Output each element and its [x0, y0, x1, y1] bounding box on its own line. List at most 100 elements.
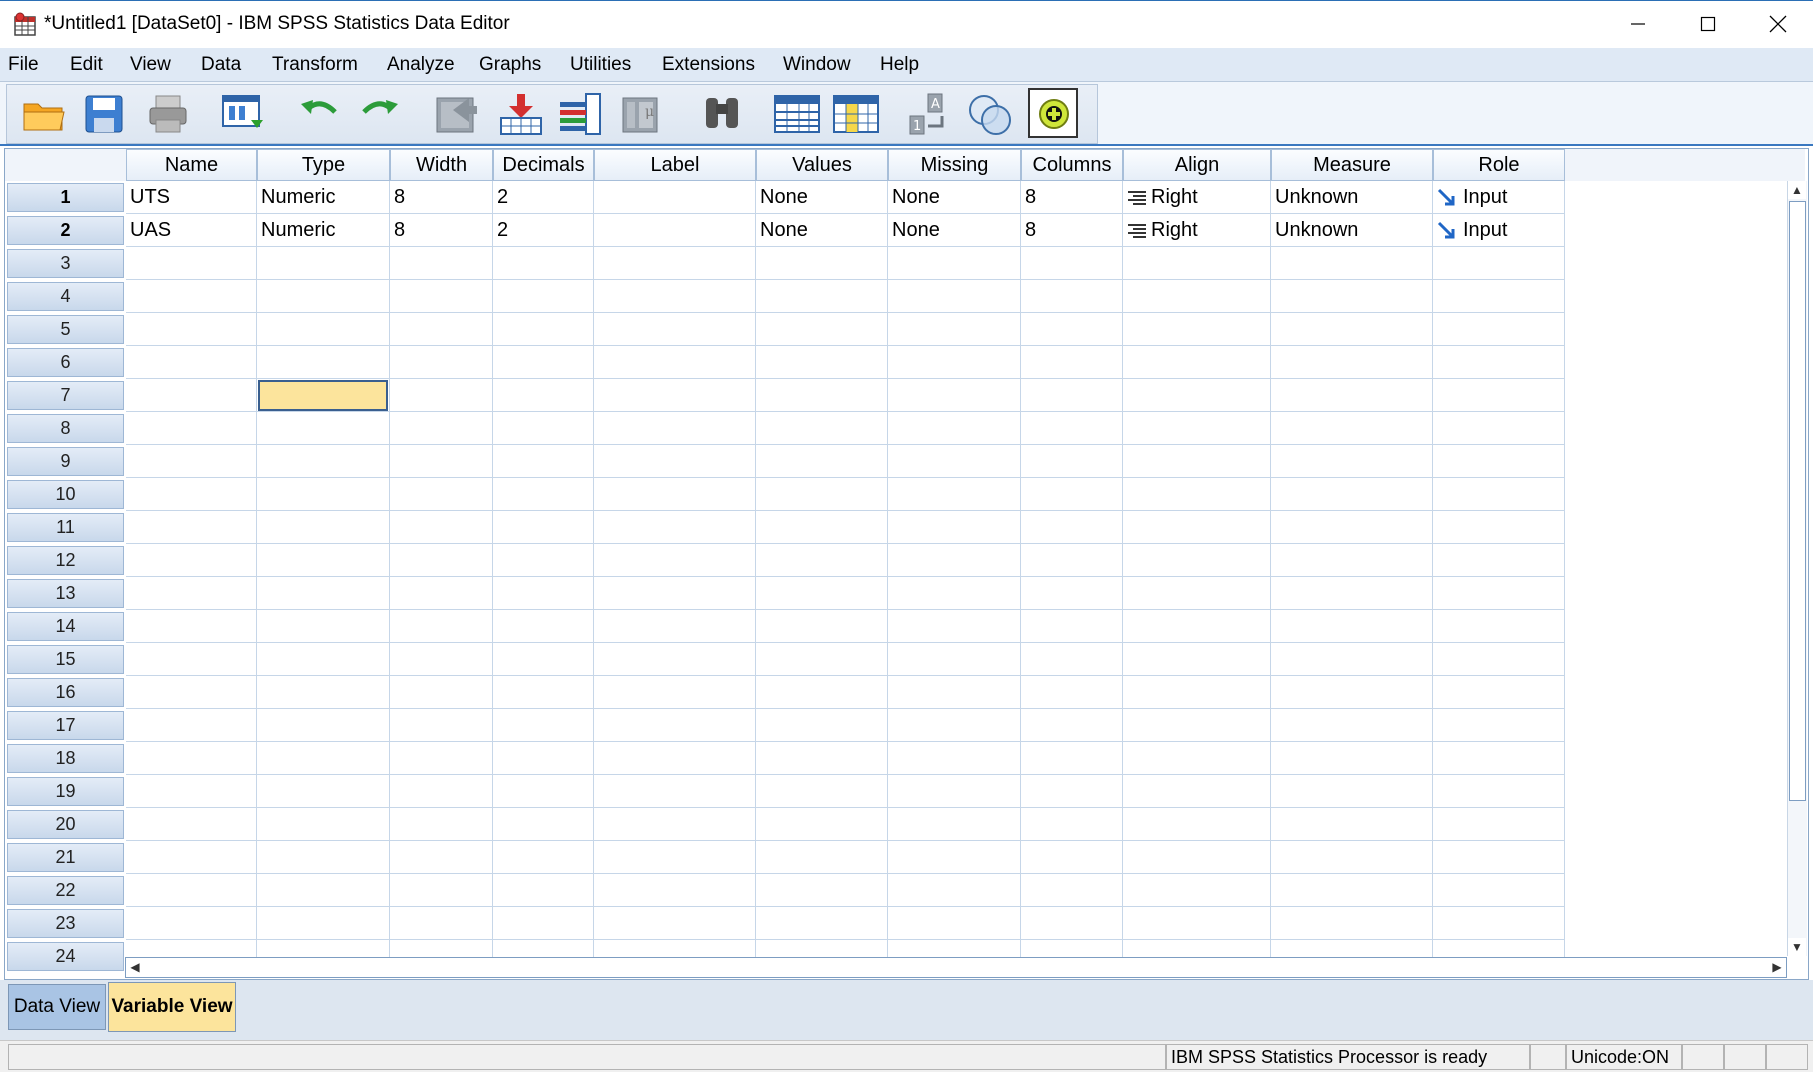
cell-measure[interactable]: Unknown	[1271, 181, 1433, 214]
cell-decimals[interactable]: 2	[493, 181, 594, 214]
cell-type[interactable]: Numeric	[257, 181, 390, 214]
menu-analyze[interactable]: Analyze	[387, 54, 455, 76]
cell-decimals[interactable]	[493, 643, 594, 676]
cell-role[interactable]	[1433, 709, 1565, 742]
cell-type[interactable]	[257, 676, 390, 709]
cell-label[interactable]	[594, 841, 756, 874]
cell-role[interactable]	[1433, 346, 1565, 379]
row-number[interactable]: 24	[7, 942, 124, 971]
goto-variable-icon[interactable]	[497, 90, 545, 138]
cell-decimals[interactable]	[493, 511, 594, 544]
minimize-button[interactable]	[1603, 1, 1673, 47]
cell-role[interactable]	[1433, 841, 1565, 874]
cell-width[interactable]	[390, 445, 493, 478]
cell-name[interactable]	[126, 577, 257, 610]
cell-decimals[interactable]	[493, 577, 594, 610]
cell-type[interactable]	[257, 577, 390, 610]
cell-values[interactable]	[756, 478, 888, 511]
cell-measure[interactable]	[1271, 445, 1433, 478]
cell-missing[interactable]	[888, 280, 1021, 313]
cell-name[interactable]	[126, 643, 257, 676]
run-descriptive-icon[interactable]: μ	[619, 90, 667, 138]
cell-width[interactable]	[390, 412, 493, 445]
redo-icon[interactable]	[356, 90, 404, 138]
cell-missing[interactable]	[888, 775, 1021, 808]
cell-missing[interactable]	[888, 709, 1021, 742]
cell-role[interactable]: Input	[1433, 181, 1565, 214]
cell-type[interactable]: Numeric	[257, 214, 390, 247]
cell-decimals[interactable]	[493, 907, 594, 940]
row-number[interactable]: 5	[7, 315, 124, 344]
find-icon[interactable]	[698, 90, 746, 138]
cell-width[interactable]	[390, 808, 493, 841]
insert-variable-icon[interactable]	[832, 90, 880, 138]
cell-type[interactable]	[257, 478, 390, 511]
row-number[interactable]: 4	[7, 282, 124, 311]
cell-measure[interactable]	[1271, 379, 1433, 412]
cell-decimals[interactable]	[493, 709, 594, 742]
col-header-decimals[interactable]: Decimals	[493, 149, 594, 181]
cell-measure[interactable]	[1271, 511, 1433, 544]
row-number[interactable]: 3	[7, 249, 124, 278]
cell-values[interactable]	[756, 577, 888, 610]
cell-type[interactable]	[257, 907, 390, 940]
row-number[interactable]: 14	[7, 612, 124, 641]
cell-align[interactable]	[1123, 478, 1271, 511]
cell-columns[interactable]	[1021, 544, 1123, 577]
cell-label[interactable]	[594, 709, 756, 742]
save-icon[interactable]	[80, 90, 128, 138]
scroll-down-icon[interactable]: ▼	[1788, 938, 1806, 956]
cell-width[interactable]	[390, 643, 493, 676]
cell-label[interactable]	[594, 808, 756, 841]
cell-columns[interactable]	[1021, 445, 1123, 478]
cell-values[interactable]	[756, 709, 888, 742]
cell-name[interactable]: UAS	[126, 214, 257, 247]
cell-decimals[interactable]	[493, 412, 594, 445]
cell-name[interactable]	[126, 247, 257, 280]
cell-label[interactable]	[594, 181, 756, 214]
cell-role[interactable]	[1433, 907, 1565, 940]
cell-missing[interactable]	[888, 907, 1021, 940]
scroll-left-icon[interactable]: ◀	[126, 958, 144, 976]
cell-measure[interactable]	[1271, 313, 1433, 346]
cell-label[interactable]	[594, 742, 756, 775]
cell-width[interactable]	[390, 346, 493, 379]
cell-measure[interactable]	[1271, 610, 1433, 643]
cell-columns[interactable]	[1021, 379, 1123, 412]
cell-label[interactable]	[594, 610, 756, 643]
cell-decimals[interactable]	[493, 808, 594, 841]
cell-label[interactable]	[594, 445, 756, 478]
cell-missing[interactable]	[888, 676, 1021, 709]
cell-columns[interactable]: 8	[1021, 214, 1123, 247]
row-number[interactable]: 7	[7, 381, 124, 410]
cell-measure[interactable]	[1271, 346, 1433, 379]
cell-width[interactable]	[390, 841, 493, 874]
cell-values[interactable]	[756, 511, 888, 544]
cell-align[interactable]	[1123, 610, 1271, 643]
cell-role[interactable]	[1433, 610, 1565, 643]
cell-label[interactable]	[594, 511, 756, 544]
cell-width[interactable]	[390, 775, 493, 808]
row-number[interactable]: 19	[7, 777, 124, 806]
cell-role[interactable]	[1433, 478, 1565, 511]
col-header-name[interactable]: Name	[126, 149, 257, 181]
cell-values[interactable]	[756, 676, 888, 709]
cell-measure[interactable]	[1271, 874, 1433, 907]
col-header-measure[interactable]: Measure	[1271, 149, 1433, 181]
col-header-values[interactable]: Values	[756, 149, 888, 181]
cell-width[interactable]	[390, 544, 493, 577]
col-header-label[interactable]: Label	[594, 149, 756, 181]
cell-decimals[interactable]	[493, 544, 594, 577]
cell-missing[interactable]: None	[888, 181, 1021, 214]
cell-columns[interactable]	[1021, 412, 1123, 445]
cell-name[interactable]	[126, 676, 257, 709]
cell-role[interactable]	[1433, 874, 1565, 907]
maximize-button[interactable]	[1673, 1, 1743, 47]
cell-width[interactable]	[390, 907, 493, 940]
cell-align[interactable]	[1123, 346, 1271, 379]
cell-values[interactable]	[756, 808, 888, 841]
cell-values[interactable]	[756, 874, 888, 907]
cell-missing[interactable]	[888, 511, 1021, 544]
split-file-icon[interactable]: A 1	[906, 90, 954, 138]
vertical-scroll-thumb[interactable]	[1789, 201, 1806, 801]
